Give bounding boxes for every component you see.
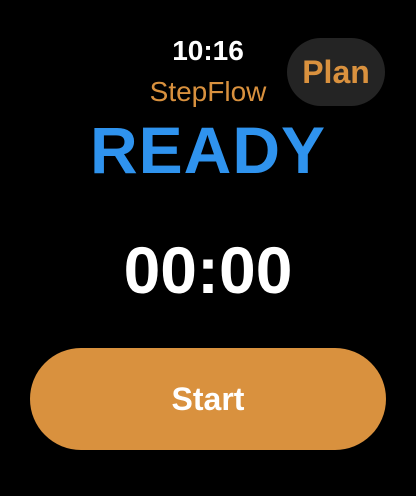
workout-status: READY xyxy=(89,113,327,187)
start-button[interactable]: Start xyxy=(30,348,386,450)
elapsed-timer: 00:00 xyxy=(123,233,293,307)
plan-button[interactable]: Plan xyxy=(287,38,385,106)
watch-screen: 10:16 StepFlow Plan READY 00:00 Start xyxy=(0,0,416,496)
